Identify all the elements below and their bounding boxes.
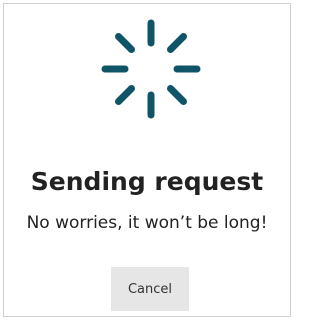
loading-dialog: Sending request No worries, it won’t be … (3, 3, 291, 317)
loading-spinner-icon (101, 19, 201, 119)
cancel-button[interactable]: Cancel (111, 267, 189, 311)
dialog-message: No worries, it won’t be long! (26, 213, 268, 233)
dialog-title: Sending request (30, 167, 264, 196)
